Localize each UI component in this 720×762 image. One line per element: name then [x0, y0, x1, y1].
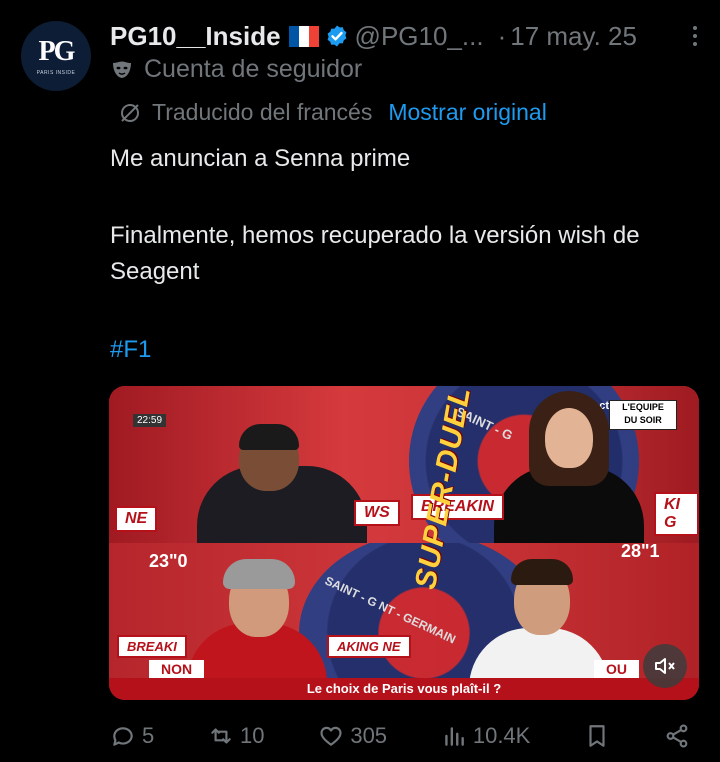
bookmark-icon: [589, 725, 605, 747]
timer-left: 23"0: [149, 551, 188, 571]
banner-left-bottom: BREAKI: [117, 635, 187, 658]
tweet-date[interactable]: 17 may. 25: [510, 21, 637, 52]
bookmark-button[interactable]: [584, 723, 610, 749]
reply-icon: [113, 727, 133, 746]
banner-mid-bottom: AKING NE: [327, 635, 411, 658]
more-options-icon[interactable]: [690, 26, 700, 46]
channel-logo: L'EQUIPE DU SOIR: [609, 400, 677, 430]
tag-non-left: NON: [149, 660, 205, 678]
translation-row: Traducido del francés Mostrar original: [118, 99, 547, 126]
mask-icon: [113, 61, 131, 78]
tweet-hashtag[interactable]: #F1: [110, 332, 690, 368]
author-handle[interactable]: @PG10_...: [355, 21, 484, 52]
like-button[interactable]: 305: [318, 723, 387, 749]
person-left-bottom-hair: [223, 559, 295, 589]
person-right-top-face: [545, 408, 593, 468]
share-button[interactable]: [664, 723, 690, 749]
person-left-top-hair: [239, 424, 299, 450]
show-original-link[interactable]: Mostrar original: [388, 99, 547, 126]
translate-icon: [121, 103, 139, 122]
repost-icon: [211, 728, 231, 744]
account-label-row: Cuenta de seguidor: [110, 55, 362, 84]
reply-button[interactable]: 5: [110, 723, 154, 749]
avatar-subtext: PARIS INSIDE: [36, 70, 76, 76]
banner-left-top: NE: [115, 506, 158, 532]
video-clock: 22:59: [133, 414, 167, 427]
avatar[interactable]: PG PARIS INSIDE: [21, 21, 91, 91]
separator-dot: ·: [497, 20, 507, 51]
banner-right-top: KI G: [654, 492, 699, 536]
mute-button[interactable]: [643, 644, 687, 688]
translation-label: Traducido del francés: [152, 99, 373, 125]
timer-right: 28"1: [621, 543, 660, 561]
tag-non-right: OU: [594, 660, 639, 678]
france-flag-icon: [288, 25, 319, 47]
tweet-text-line1: Me anuncian a Senna prime: [110, 145, 411, 172]
account-label: Cuenta de seguidor: [144, 55, 363, 83]
video-top-panel: SAINT - G 22:59 direct L'EQUIPE DU SOIR …: [109, 386, 699, 543]
tweet-video[interactable]: SAINT - G 22:59 direct L'EQUIPE DU SOIR …: [109, 386, 699, 700]
video-caption: Le choix de Paris vous plaît-il ?: [109, 678, 699, 700]
reply-count: 5: [142, 723, 155, 748]
tweet-text-line2: Finalmente, hemos recuperado la versión …: [110, 222, 640, 285]
share-icon: [666, 724, 688, 748]
person-right-bottom-hair: [511, 559, 573, 585]
repost-count: 10: [240, 723, 265, 748]
heart-icon: [320, 726, 342, 746]
video-bottom-panel: SAINT - G NT - GERMAIN 23"0 28"1 BREAKI …: [109, 543, 699, 700]
views-icon: [445, 727, 464, 746]
repost-button[interactable]: 10: [208, 723, 265, 749]
verified-badge-icon[interactable]: [325, 24, 349, 48]
banner-mid-top: WS: [354, 500, 400, 526]
views-button[interactable]: 10.4K: [441, 723, 531, 749]
tweet-header: PG10__Inside @PG10_... · 17 may. 25: [110, 19, 700, 53]
speaker-muted-icon: [655, 658, 675, 674]
action-bar: 5 10 305 10.4K: [110, 718, 690, 754]
like-count: 305: [350, 723, 388, 748]
avatar-monogram: PG: [38, 36, 76, 67]
views-count: 10.4K: [472, 723, 531, 748]
author-display-name[interactable]: PG10__Inside: [110, 21, 281, 52]
channel-logo-bottom: DU SOIR: [624, 415, 662, 425]
channel-logo-top: L'EQUIPE: [622, 402, 664, 412]
